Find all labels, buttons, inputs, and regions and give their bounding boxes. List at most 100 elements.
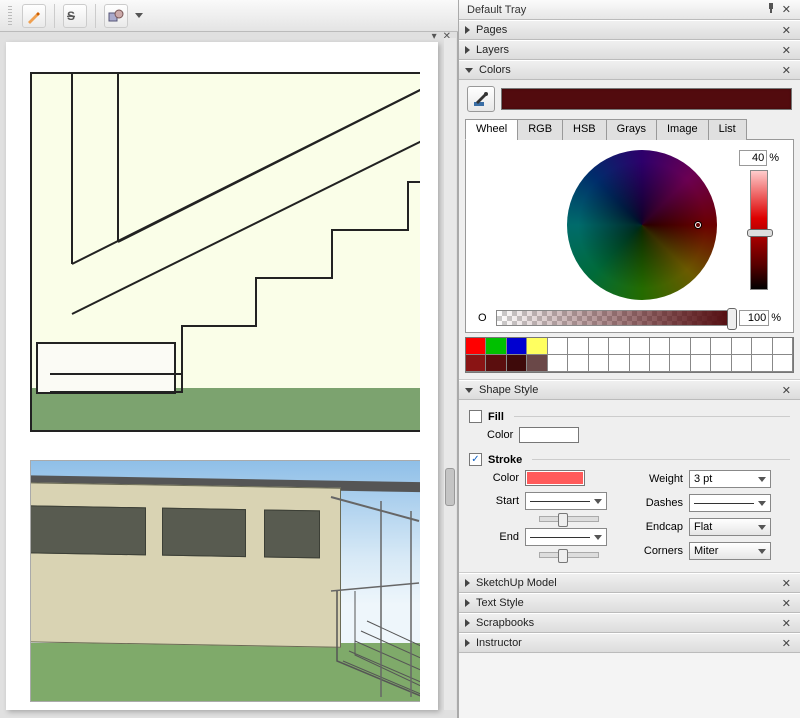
toolbar-sep bbox=[54, 4, 55, 28]
tab-grays[interactable]: Grays bbox=[606, 119, 657, 140]
swatch-cell[interactable] bbox=[507, 338, 527, 355]
panel-close-icon[interactable]: ✕ bbox=[779, 384, 794, 397]
start-arrow-select[interactable] bbox=[525, 492, 607, 510]
endcap-select[interactable]: Flat bbox=[689, 518, 771, 536]
current-color-swatch[interactable] bbox=[501, 88, 792, 110]
swatch-cell[interactable] bbox=[630, 355, 650, 372]
doc-autohide-icon[interactable]: ▾ bbox=[430, 31, 439, 42]
swatch-cell[interactable] bbox=[670, 355, 690, 372]
fill-color-label: Color bbox=[473, 429, 513, 441]
swatch-cell[interactable] bbox=[507, 355, 527, 372]
panel-close-icon[interactable]: ✕ bbox=[779, 597, 794, 610]
swatch-cell[interactable] bbox=[548, 355, 568, 372]
shapes-icon bbox=[108, 9, 124, 23]
color-wheel[interactable] bbox=[567, 150, 717, 300]
fill-color-swatch[interactable] bbox=[519, 427, 579, 443]
vertical-scrollbar[interactable] bbox=[444, 38, 456, 710]
value-input[interactable] bbox=[739, 150, 767, 166]
panel-close-icon[interactable]: ✕ bbox=[779, 24, 794, 37]
pin-icon[interactable] bbox=[763, 3, 779, 16]
close-icon[interactable]: ✕ bbox=[779, 3, 794, 16]
page-canvas[interactable] bbox=[6, 42, 438, 710]
swatch-cell[interactable] bbox=[752, 355, 772, 372]
panel-header-scrapbooks[interactable]: Scrapbooks ✕ bbox=[459, 613, 800, 633]
panel-header-shape-style[interactable]: Shape Style ✕ bbox=[459, 380, 800, 400]
tab-wheel[interactable]: Wheel bbox=[465, 119, 518, 140]
start-size-slider[interactable] bbox=[539, 516, 599, 522]
wheel-cursor[interactable] bbox=[695, 222, 701, 228]
corners-select[interactable]: Miter bbox=[689, 542, 771, 560]
swatch-cell[interactable] bbox=[486, 355, 506, 372]
value-slider[interactable] bbox=[750, 170, 768, 290]
swatch-cell[interactable] bbox=[711, 355, 731, 372]
swatch-cell[interactable] bbox=[527, 355, 547, 372]
toolbar-grip[interactable] bbox=[8, 6, 12, 26]
swatch-cell[interactable] bbox=[589, 338, 609, 355]
swatch-cell[interactable] bbox=[609, 338, 629, 355]
panel-header-sketchup-model[interactable]: SketchUp Model ✕ bbox=[459, 573, 800, 593]
end-arrow-select[interactable] bbox=[525, 528, 607, 546]
value-slider-thumb[interactable] bbox=[747, 229, 773, 237]
opacity-slider[interactable] bbox=[496, 310, 733, 326]
fill-checkbox[interactable] bbox=[469, 410, 482, 423]
panel-header-text-style[interactable]: Text Style ✕ bbox=[459, 593, 800, 613]
swatch-cell[interactable] bbox=[691, 355, 711, 372]
panel-header-instructor[interactable]: Instructor ✕ bbox=[459, 633, 800, 653]
tool-btn-1[interactable] bbox=[22, 4, 46, 28]
stroke-row: Stroke bbox=[469, 453, 790, 466]
swatch-cell[interactable] bbox=[691, 338, 711, 355]
stroke-checkbox[interactable] bbox=[469, 453, 482, 466]
weight-label: Weight bbox=[637, 473, 683, 485]
panel-close-icon[interactable]: ✕ bbox=[779, 64, 794, 77]
opacity-thumb[interactable] bbox=[727, 308, 737, 330]
panel-close-icon[interactable]: ✕ bbox=[779, 617, 794, 630]
panel-close-icon[interactable]: ✕ bbox=[779, 637, 794, 650]
tray: Default Tray ✕ Pages ✕ Layers ✕ Colors ✕ bbox=[458, 0, 800, 718]
tool-drop[interactable] bbox=[134, 4, 144, 28]
stroke-color-swatch[interactable] bbox=[525, 470, 585, 486]
eyedropper-button[interactable] bbox=[467, 86, 495, 112]
swatch-cell[interactable] bbox=[670, 338, 690, 355]
slider-thumb[interactable] bbox=[558, 513, 568, 527]
chevron-right-icon bbox=[465, 26, 470, 34]
swatch-cell[interactable] bbox=[752, 338, 772, 355]
swatch-cell[interactable] bbox=[589, 355, 609, 372]
panel-header-pages[interactable]: Pages ✕ bbox=[459, 20, 800, 40]
swatch-cell[interactable] bbox=[466, 338, 486, 355]
swatch-cell[interactable] bbox=[630, 338, 650, 355]
swatch-cell[interactable] bbox=[466, 355, 486, 372]
swatch-cell[interactable] bbox=[609, 355, 629, 372]
panel-close-icon[interactable]: ✕ bbox=[779, 577, 794, 590]
swatch-cell[interactable] bbox=[486, 338, 506, 355]
end-size-slider[interactable] bbox=[539, 552, 599, 558]
weight-select[interactable]: 3 pt bbox=[689, 470, 771, 488]
opacity-row: O % bbox=[474, 310, 785, 326]
swatch-cell[interactable] bbox=[568, 355, 588, 372]
slider-thumb[interactable] bbox=[558, 549, 568, 563]
swatch-cell[interactable] bbox=[568, 338, 588, 355]
swatch-cell[interactable] bbox=[548, 338, 568, 355]
swatch-cell[interactable] bbox=[650, 355, 670, 372]
tab-hsb[interactable]: HSB bbox=[562, 119, 607, 140]
swatch-cell[interactable] bbox=[527, 338, 547, 355]
tray-titlebar[interactable]: Default Tray ✕ bbox=[459, 0, 800, 20]
swatch-cell[interactable] bbox=[773, 338, 793, 355]
swatch-cell[interactable] bbox=[711, 338, 731, 355]
tool-btn-2[interactable]: S bbox=[63, 4, 87, 28]
swatch-cell[interactable] bbox=[732, 338, 752, 355]
tab-list[interactable]: List bbox=[708, 119, 747, 140]
tool-btn-3[interactable] bbox=[104, 4, 128, 28]
swatch-cell[interactable] bbox=[773, 355, 793, 372]
swatch-cell[interactable] bbox=[732, 355, 752, 372]
tab-image[interactable]: Image bbox=[656, 119, 709, 140]
tab-rgb[interactable]: RGB bbox=[517, 119, 563, 140]
swatch-cell[interactable] bbox=[650, 338, 670, 355]
panel-header-colors[interactable]: Colors ✕ bbox=[459, 60, 800, 80]
viewport-2 bbox=[30, 460, 420, 702]
panel-close-icon[interactable]: ✕ bbox=[779, 44, 794, 57]
panel-header-layers[interactable]: Layers ✕ bbox=[459, 40, 800, 60]
scrollbar-thumb[interactable] bbox=[445, 468, 455, 506]
dashes-select[interactable] bbox=[689, 494, 771, 512]
opacity-input[interactable] bbox=[739, 310, 769, 326]
endcap-value: Flat bbox=[694, 521, 712, 533]
